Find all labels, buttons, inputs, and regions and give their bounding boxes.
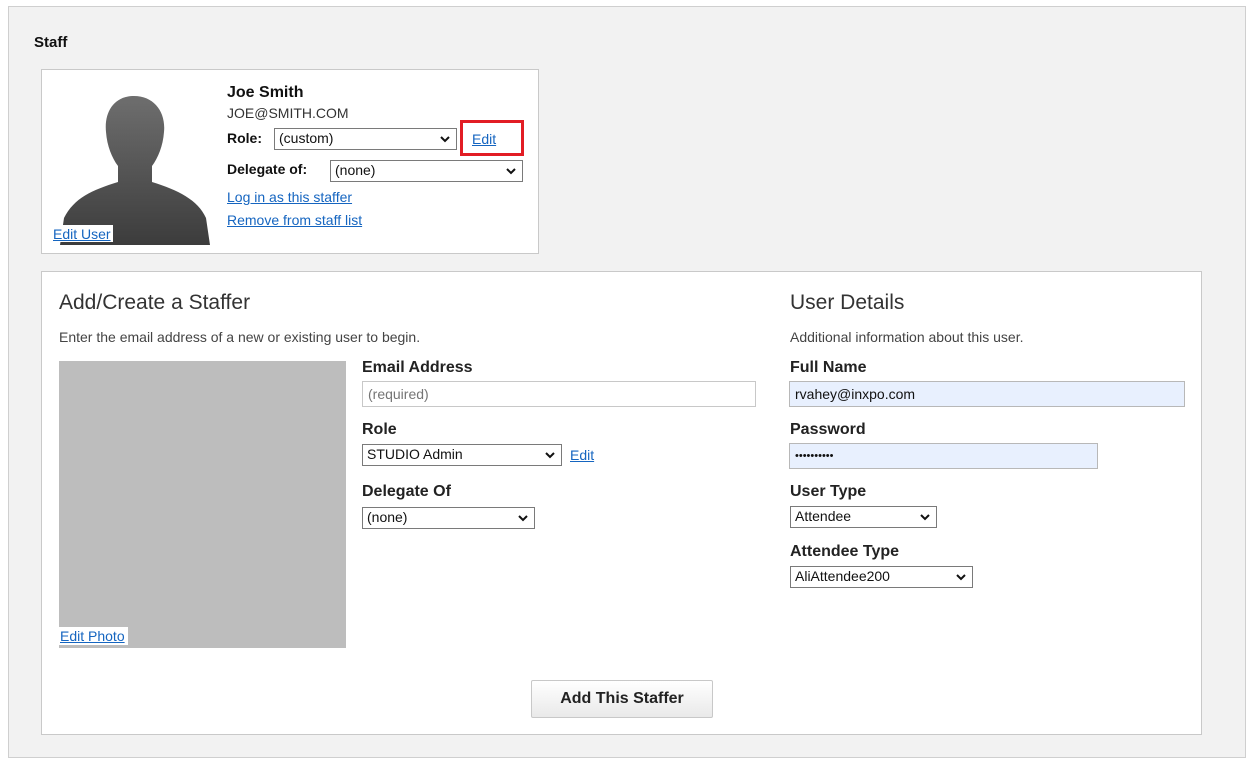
login-as-staffer-link[interactable]: Log in as this staffer [227,189,352,205]
add-staffer-button[interactable]: Add This Staffer [531,680,713,718]
role-label: Role: [227,130,262,146]
edit-user-link[interactable]: Edit User [52,225,113,242]
user-details-subtitle: Additional information about this user. [790,329,1024,345]
add-staffer-title: Add/Create a Staffer [59,291,251,314]
new-delegate-label: Delegate Of [362,483,451,500]
chevron-down-icon [956,574,966,581]
role-select-value: (custom) [279,130,334,146]
new-role-edit-link[interactable]: Edit [570,447,594,463]
chevron-down-icon [920,514,930,521]
new-role-select-value: STUDIO Admin [367,446,463,462]
delegate-label: Delegate of: [227,161,308,177]
staff-name: Joe Smith [227,84,304,101]
attendeetype-label: Attendee Type [790,543,900,560]
email-label: Email Address [362,359,473,376]
section-title: Staff [34,34,68,51]
avatar [52,78,217,245]
password-field[interactable]: •••••••••• [789,443,1098,469]
usertype-select-value: Attendee [795,508,852,524]
staff-email: JOE@SMITH.COM [227,105,349,121]
password-label: Password [790,421,866,438]
fullname-label: Full Name [790,359,867,376]
remove-from-staff-link[interactable]: Remove from staff list [227,212,362,228]
delegate-select[interactable]: (none) [330,160,523,182]
add-staffer-subtitle: Enter the email address of a new or exis… [59,329,421,345]
user-details-title: User Details [790,291,905,314]
user-silhouette-icon [60,96,210,245]
chevron-down-icon [545,452,555,459]
highlight-box [460,120,524,156]
new-role-select[interactable]: STUDIO Admin [362,444,562,466]
usertype-label: User Type [790,483,867,500]
usertype-select[interactable]: Attendee [790,506,937,528]
email-field[interactable] [362,381,756,407]
chevron-down-icon [506,168,516,175]
delegate-select-value: (none) [335,162,376,178]
fullname-field[interactable]: rvahey@inxpo.com [789,381,1185,407]
edit-photo-link[interactable]: Edit Photo [59,627,128,645]
attendeetype-select-value: AliAttendee200 [795,568,890,584]
chevron-down-icon [440,136,450,143]
new-delegate-select-value: (none) [367,509,408,525]
attendeetype-select[interactable]: AliAttendee200 [790,566,973,588]
new-role-label: Role [362,421,397,438]
role-select[interactable]: (custom) [274,128,457,150]
photo-placeholder [59,361,346,648]
chevron-down-icon [518,515,528,522]
new-delegate-select[interactable]: (none) [362,507,535,529]
